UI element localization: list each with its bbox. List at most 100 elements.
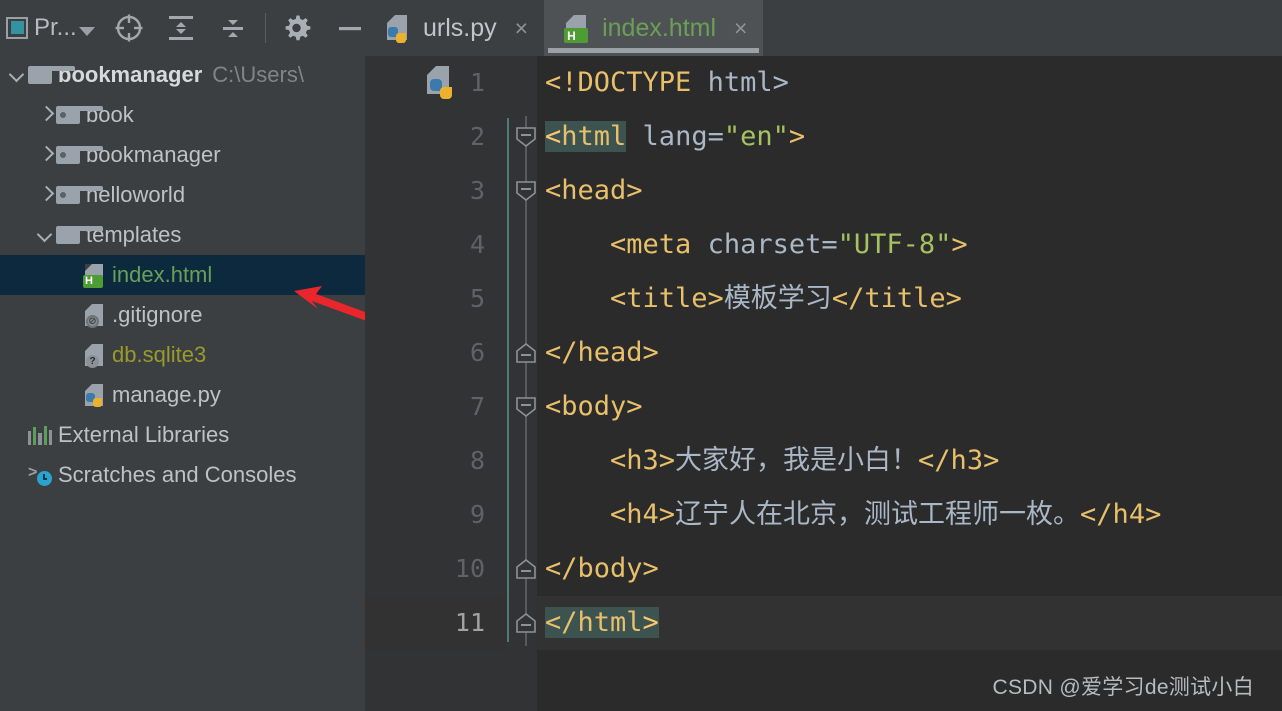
code-line[interactable]: </html> (537, 596, 1282, 650)
chevron-right-icon[interactable] (36, 145, 56, 165)
fold-region-end-icon[interactable] (515, 342, 537, 363)
chevron-right-icon[interactable] (36, 185, 56, 205)
project-toolbar-icons (103, 0, 376, 55)
code-line[interactable]: <body> (537, 380, 1282, 434)
select-opened-file-icon[interactable] (103, 0, 155, 55)
matching-tag-highlight: <html (545, 121, 627, 152)
tree-item-bookmanager[interactable]: bookmanager C:\Users\ (0, 55, 365, 95)
code-line[interactable]: <html lang="en"> (537, 110, 1282, 164)
code-line-text: <body> (537, 380, 643, 434)
fold-collapse-icon[interactable] (515, 180, 537, 202)
editor-code-area[interactable]: <!DOCTYPE html> <html lang="en"> <head> <m… (537, 56, 1282, 711)
tree-item-templates[interactable]: templates (0, 215, 365, 255)
line-number: 4 (469, 230, 485, 259)
project-tool-window: Pr... bookmanager C:\Users\ book bookman… (0, 0, 376, 711)
line-number: 11 (454, 608, 485, 637)
folder-icon (56, 226, 103, 244)
editor-tab-index-html[interactable]: Hindex.html × (544, 0, 764, 56)
collapse-all-icon[interactable] (207, 0, 259, 55)
line-number: 8 (469, 446, 485, 475)
toolbar-separator (264, 12, 266, 43)
tree-item-label: bookmanager (58, 62, 203, 87)
project-window-icon (6, 16, 28, 39)
tree-expander-placeholder (64, 385, 84, 405)
editor-tab-label: index.html (602, 13, 717, 42)
chevron-right-icon[interactable] (36, 105, 56, 125)
code-line[interactable]: <meta charset="UTF-8"> (537, 218, 1282, 272)
code-token: "UTF-8" (837, 229, 952, 260)
tree-expander-placeholder (8, 425, 28, 445)
tree-item-bookmanager[interactable]: bookmanager (0, 135, 365, 175)
line-number: 6 (469, 338, 485, 367)
code-line[interactable]: <head> (537, 164, 1282, 218)
html-file-icon: H (564, 14, 590, 43)
code-token: > (951, 229, 968, 260)
fold-collapse-icon[interactable] (515, 396, 537, 418)
code-token: lang= (626, 121, 724, 152)
close-icon[interactable]: × (734, 15, 747, 42)
chevron-down-icon[interactable] (8, 65, 28, 85)
tree-item-external-libraries[interactable]: External Libraries (0, 415, 365, 455)
code-line[interactable]: <title>模板学习</title> (537, 272, 1282, 326)
code-token: > (788, 121, 806, 152)
code-line-text: <title>模板学习</title> (537, 272, 962, 326)
code-token: <title> (545, 283, 724, 314)
tree-item-scratches-and-consoles[interactable]: > Scratches and Consoles (0, 455, 365, 495)
line-number: 1 (469, 68, 485, 97)
code-line[interactable]: </head> (537, 326, 1282, 380)
tree-expander-placeholder (64, 265, 84, 285)
tree-item-gitignore[interactable]: ⊘ .gitignore (0, 295, 365, 335)
tree-item-index-html[interactable]: Hindex.html (0, 255, 365, 295)
settings-gear-icon[interactable] (272, 0, 324, 55)
tree-item-helloworld[interactable]: helloworld (0, 175, 365, 215)
folder-module-icon (56, 186, 103, 204)
code-token: "en" (723, 121, 789, 152)
code-line-text: <html lang="en"> (537, 110, 805, 164)
html-file-icon: H (83, 263, 106, 288)
code-line[interactable]: <!DOCTYPE html> (537, 56, 1282, 110)
scratches-consoles-icon: > (28, 464, 52, 486)
ide-window: Pr... bookmanager C:\Users\ book bookman… (0, 0, 1282, 711)
code-token: html (707, 67, 773, 98)
line-number: 2 (469, 122, 485, 151)
code-line-text: </head> (537, 326, 659, 380)
tree-item-label: index.html (112, 262, 213, 287)
tree-item-db-sqlite3[interactable]: ? db.sqlite3 (0, 335, 365, 375)
tree-item-book[interactable]: book (0, 95, 365, 135)
code-line-text: </body> (537, 542, 659, 596)
tree-item-label: manage.py (112, 382, 221, 407)
fold-region-end-icon[interactable] (515, 558, 537, 579)
code-line-text: <h4>辽宁人在北京，测试工程师一枚。</h4> (537, 488, 1161, 542)
project-panel-title-button[interactable]: Pr... (0, 0, 95, 55)
tree-expander-placeholder (64, 345, 84, 365)
code-line-text: <!DOCTYPE html> (537, 56, 789, 110)
tree-item-label: bookmanager (86, 142, 221, 167)
code-token: <head> (545, 175, 643, 206)
line-number: 10 (454, 554, 485, 583)
code-line[interactable]: <h3>大家好，我是小白！</h3> (537, 434, 1282, 488)
code-token: </title> (831, 283, 962, 314)
tree-item-manage-py[interactable]: manage.py (0, 375, 365, 415)
code-line[interactable]: <h4>辽宁人在北京，测试工程师一枚。</h4> (537, 488, 1282, 542)
project-panel-title: Pr... (34, 13, 77, 41)
fold-region-end-icon[interactable] (515, 612, 537, 633)
code-token: </h3> (918, 445, 1000, 476)
expand-all-icon[interactable] (155, 0, 207, 55)
code-token: </h4> (1080, 499, 1162, 530)
indent-guide (507, 118, 509, 642)
code-token: 大家好，我是小白！ (675, 445, 919, 476)
chevron-down-icon[interactable] (78, 27, 95, 36)
close-icon[interactable]: × (515, 15, 528, 42)
code-line-text: <head> (537, 164, 643, 218)
tree-item-path-hint: C:\Users\ (212, 62, 304, 87)
line-number: 9 (469, 500, 485, 529)
folder-module-icon (56, 146, 103, 164)
code-token: </body> (545, 553, 659, 584)
fold-collapse-icon[interactable] (515, 126, 537, 148)
code-token: charset= (707, 229, 838, 260)
python-file-icon (385, 14, 411, 43)
code-line[interactable]: </body> (537, 542, 1282, 596)
chevron-down-icon[interactable] (36, 225, 56, 245)
editor-tab-urls-py[interactable]: urls.py × (365, 0, 544, 56)
python-file-icon (84, 383, 106, 407)
